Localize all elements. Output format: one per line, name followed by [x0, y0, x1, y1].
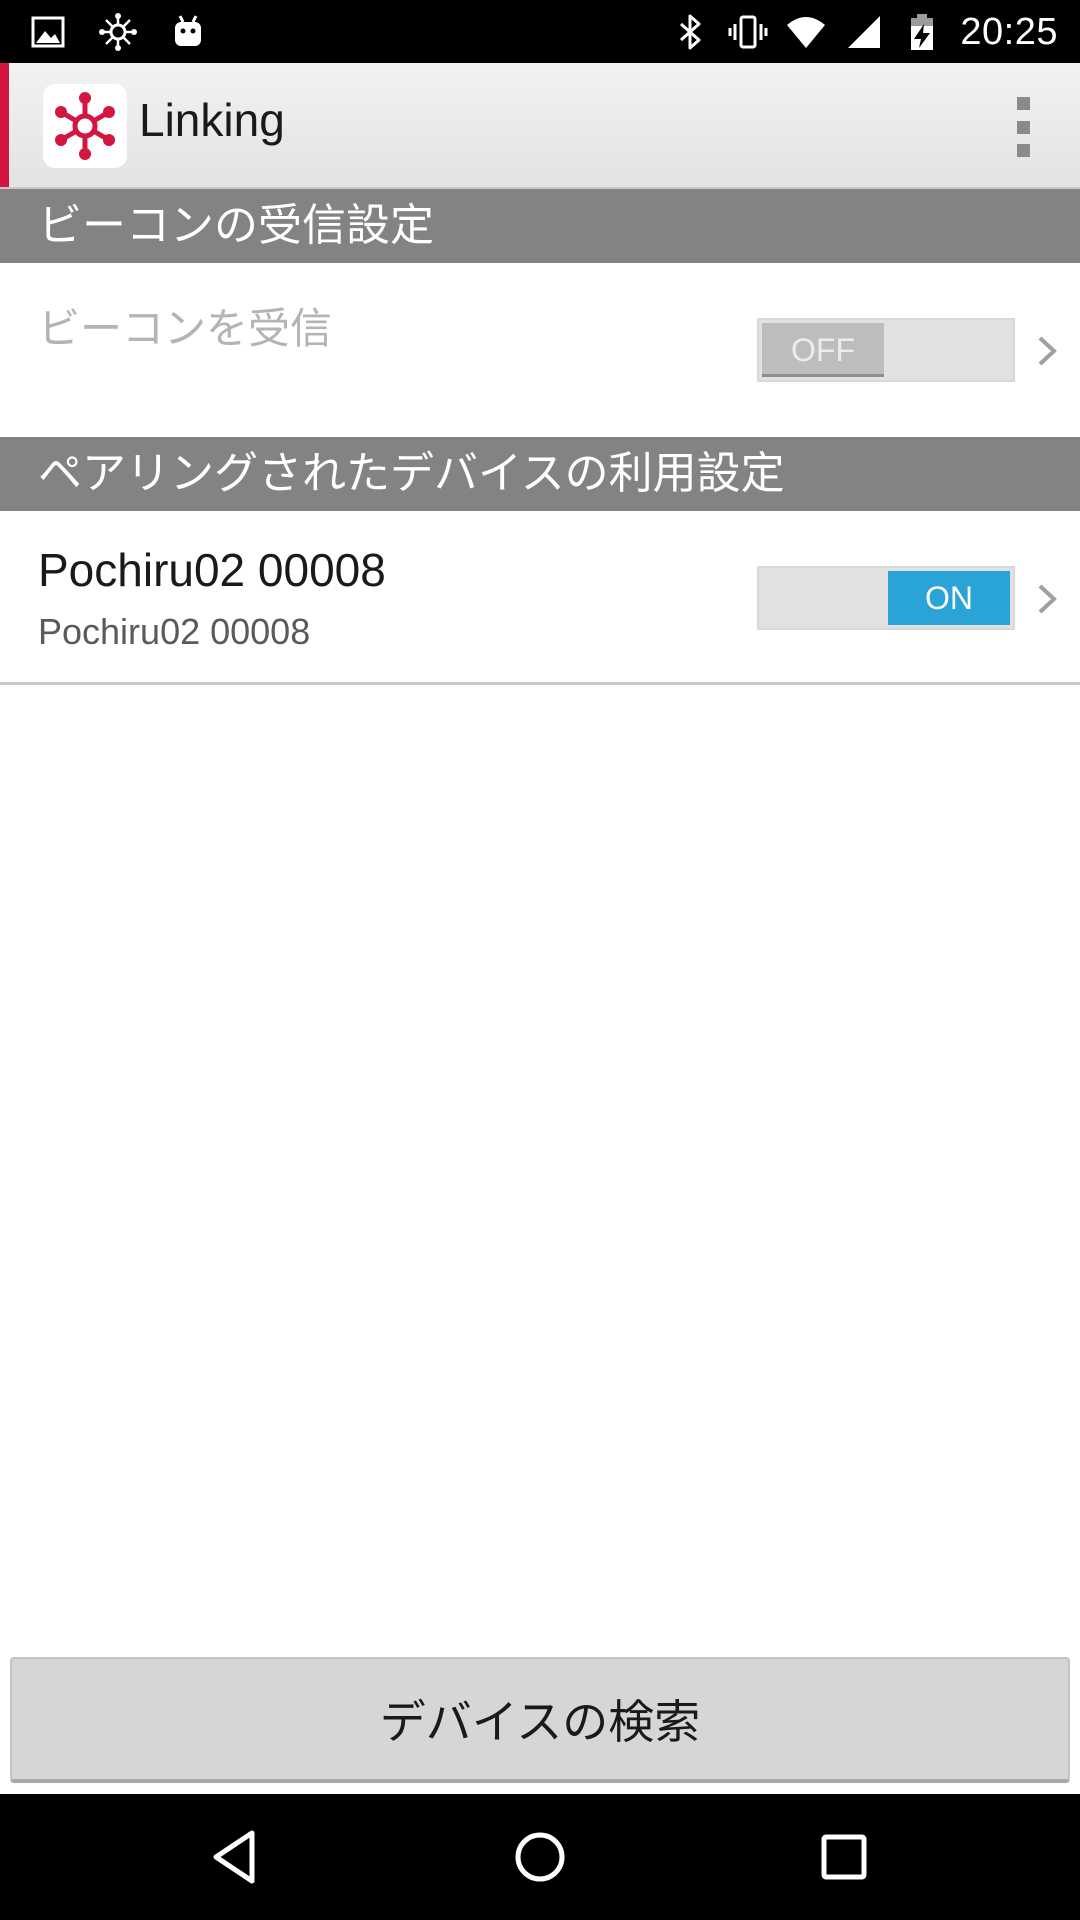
device-id: Pochiru02 00008 [38, 611, 311, 652]
toggle-thumb-off: OFF [762, 323, 884, 377]
android-icon [175, 15, 201, 46]
app-title: Linking [139, 94, 285, 146]
more-vertical-icon[interactable] [1010, 97, 1036, 157]
section-header-paired-devices: ペアリングされたデバイスの利用設定 [0, 437, 1080, 511]
chevron-right-icon[interactable] [1034, 579, 1060, 619]
status-time: 20:25 [960, 10, 1058, 53]
beacon-receive-toggle[interactable]: OFF [757, 318, 1015, 382]
bluetooth-icon [680, 14, 701, 50]
linking-logo-icon [55, 92, 115, 160]
recents-icon[interactable] [814, 1827, 874, 1887]
device-toggle[interactable]: ON [757, 566, 1015, 630]
chevron-right-icon[interactable] [1034, 331, 1060, 371]
vibrate-icon [728, 15, 768, 49]
back-icon[interactable] [206, 1827, 266, 1887]
overflow-dot [1016, 144, 1030, 157]
device-name: Pochiru02 00008 [38, 544, 386, 596]
toggle-thumb-on: ON [888, 571, 1010, 625]
status-bar: 20:25 [0, 0, 1080, 63]
navigation-bar [0, 1794, 1080, 1920]
cell-signal-icon [848, 16, 881, 48]
section-header-beacon: ビーコンの受信設定 [0, 189, 1080, 263]
app-logo[interactable] [43, 84, 127, 168]
search-devices-button[interactable]: デバイスの検索 [10, 1657, 1070, 1783]
home-icon[interactable] [510, 1827, 570, 1887]
wifi-icon [787, 17, 826, 48]
overflow-dot [1016, 97, 1030, 110]
overflow-dot [1016, 120, 1030, 134]
image-icon [31, 16, 65, 48]
paired-device-row[interactable]: Pochiru02 00008 Pochiru02 00008 ON [0, 511, 1080, 685]
status-notifications [28, 10, 208, 54]
status-system: 20:25 [670, 8, 1058, 56]
action-bar-accent [0, 63, 9, 187]
action-bar: Linking [0, 63, 1080, 189]
beacon-receive-row[interactable]: ビーコンを受信 OFF [0, 263, 1080, 437]
beacon-receive-label: ビーコンを受信 [38, 304, 333, 353]
battery-charging-icon [911, 14, 934, 50]
linking-notification-icon [99, 13, 137, 51]
